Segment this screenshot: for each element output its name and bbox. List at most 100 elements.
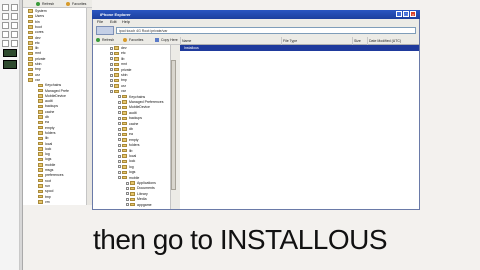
zoom-tool-icon[interactable] [11, 40, 18, 47]
rect-tool-icon[interactable] [2, 31, 9, 38]
line-tool-icon[interactable] [11, 22, 18, 29]
bg-tree-item[interactable]: local [38, 142, 52, 147]
expand-icon[interactable] [118, 127, 121, 131]
bg-tree-item[interactable]: lib [28, 46, 39, 51]
expand-icon[interactable] [118, 116, 121, 120]
bg-tree-item[interactable]: Managed Prefe [38, 89, 69, 94]
bg-tree-item[interactable]: dev [28, 36, 41, 41]
bg-tree-item[interactable]: msgs [38, 168, 53, 173]
bg-tree-item[interactable]: logs [38, 157, 51, 162]
expand-icon[interactable] [110, 51, 113, 55]
tree-item[interactable]: audit [118, 111, 137, 116]
select-tool-icon[interactable] [2, 4, 9, 11]
bg-tree-item[interactable]: etc [28, 41, 40, 46]
tree-item[interactable]: Keychains [118, 95, 145, 100]
bg-tree-item[interactable]: mobile [38, 163, 55, 168]
expand-icon[interactable] [110, 84, 113, 88]
tree-item[interactable]: tmp [110, 78, 127, 83]
bg-tree-item[interactable]: log [38, 152, 50, 157]
expand-icon[interactable] [118, 132, 121, 136]
tree-item[interactable]: folders [118, 143, 140, 148]
tree-item[interactable]: Documents [126, 186, 155, 191]
ellipse-tool-icon[interactable] [11, 31, 18, 38]
bg-tree-item[interactable]: tmp [28, 67, 41, 72]
tree-item[interactable]: Library [126, 192, 148, 197]
bg-refresh-button[interactable]: Refresh [36, 1, 54, 7]
expand-icon[interactable] [126, 181, 129, 185]
bg-tree-item[interactable]: lib [38, 136, 49, 141]
col-file-type[interactable]: File Type [281, 37, 351, 45]
tree-item[interactable]: Applications [126, 181, 156, 186]
bg-tree-item[interactable]: private [28, 57, 46, 62]
tree-item[interactable]: log [118, 165, 134, 170]
expand-icon[interactable] [110, 68, 113, 72]
bg-tree-item[interactable]: Users [28, 14, 44, 19]
expand-icon[interactable] [118, 122, 121, 126]
bg-tree-item[interactable]: ea [38, 120, 49, 125]
bg-tree-item[interactable]: empty [38, 126, 55, 131]
tree-item[interactable]: etc [110, 51, 126, 56]
tree-item[interactable]: logs [118, 170, 135, 175]
tree-item[interactable]: empty [118, 138, 139, 143]
expand-icon[interactable] [118, 149, 121, 153]
tree-item[interactable]: usr [110, 84, 126, 89]
tree-item[interactable]: mnt [110, 62, 127, 67]
col-size[interactable]: Size [352, 37, 366, 45]
bg-favorites-button[interactable]: Favorites [66, 1, 86, 7]
expand-icon[interactable] [110, 57, 113, 61]
bg-tree-item[interactable]: Keychains [38, 83, 61, 88]
tree-item[interactable]: Media [126, 197, 147, 202]
bg-tree-item[interactable]: folders [38, 131, 56, 136]
bg-tree-item[interactable]: lock [38, 147, 51, 152]
lasso-tool-icon[interactable] [11, 4, 18, 11]
expand-icon[interactable] [118, 138, 121, 142]
expand-icon[interactable] [110, 62, 113, 66]
bg-tree-item[interactable]: db [38, 115, 49, 120]
copy-here-button[interactable]: Copy Here [155, 37, 178, 43]
bg-tree-item[interactable]: var [28, 78, 40, 83]
maximize-button[interactable]: □ [403, 11, 409, 17]
expand-icon[interactable] [110, 73, 113, 77]
col-name[interactable]: Name [180, 37, 280, 45]
expand-icon[interactable] [110, 89, 113, 93]
tree-item[interactable]: lock [118, 159, 135, 164]
expand-icon[interactable] [118, 95, 121, 99]
tree-item[interactable]: private [110, 68, 132, 73]
bg-tree-item[interactable]: cache [38, 110, 54, 115]
expand-icon[interactable] [126, 203, 129, 207]
tree-item[interactable]: lib [110, 57, 125, 62]
record-tool-icon[interactable] [3, 49, 17, 57]
bg-tree-item[interactable]: bin [28, 20, 40, 25]
bg-tree-item[interactable]: audit [38, 99, 53, 104]
bg-tree-item[interactable]: mnt [28, 51, 41, 56]
tree-item[interactable]: ea [118, 132, 133, 137]
pencil-tool-icon[interactable] [2, 13, 9, 20]
bg-tree-item[interactable]: vm [38, 200, 50, 205]
bg-tree-item[interactable]: tmp [38, 195, 51, 200]
expand-icon[interactable] [110, 46, 113, 50]
bg-tree-item[interactable]: sbin [28, 62, 41, 67]
camera-tool-icon[interactable] [3, 60, 17, 69]
bg-tree-item[interactable]: root [38, 179, 51, 184]
tree-item[interactable]: dev [110, 46, 127, 51]
title-bar[interactable] [92, 10, 420, 19]
tree-item[interactable]: db [118, 127, 133, 132]
path-input[interactable]: ipod touch 4G Root:/private/var [116, 27, 416, 34]
tree-item[interactable]: backups [118, 116, 142, 121]
refresh-button[interactable]: Refresh [96, 37, 114, 43]
col-date-modified[interactable]: Date Modified (UTC) [367, 37, 419, 45]
tree-item[interactable]: cache [118, 122, 138, 127]
expand-icon[interactable] [126, 192, 129, 196]
tree-item[interactable]: lib [118, 149, 133, 154]
tree-item[interactable]: sbin [110, 73, 127, 78]
tree-item[interactable]: mobile [118, 176, 139, 181]
bg-tree-item[interactable]: cores [28, 30, 44, 35]
favorites-button[interactable]: Favorites [123, 37, 143, 43]
expand-icon[interactable] [118, 154, 121, 158]
bg-tree-item[interactable]: System [28, 9, 47, 14]
fill-tool-icon[interactable] [2, 40, 9, 47]
bg-tree-item[interactable]: usr [28, 73, 40, 78]
tree-item[interactable]: appgame [126, 203, 152, 208]
bg-tree-item[interactable]: preferences [38, 173, 63, 178]
list-item-selected[interactable] [180, 45, 419, 51]
